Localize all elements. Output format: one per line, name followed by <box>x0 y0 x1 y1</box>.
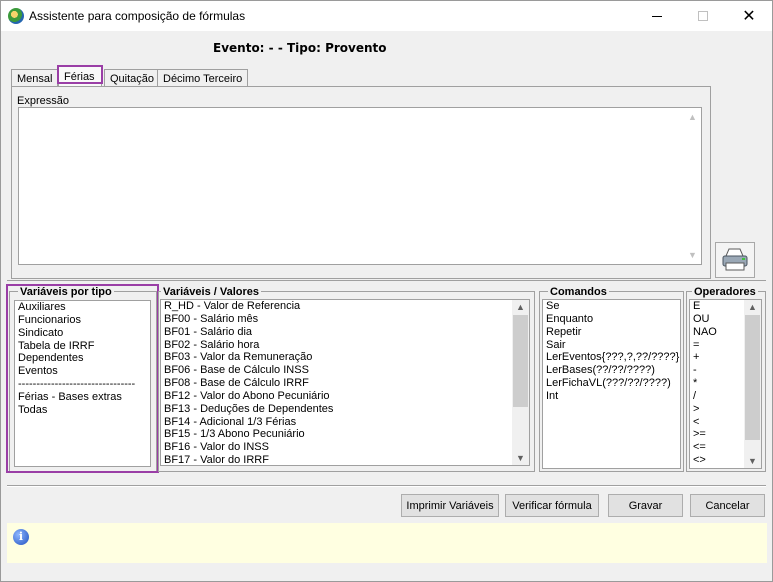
tab-ferias[interactable]: Férias <box>58 65 102 88</box>
tab-label: Quitação <box>110 73 155 85</box>
variaveis-valores-item[interactable]: BF12 - Valor do Abono Pecuniário <box>161 390 529 403</box>
expression-scrollbar[interactable]: ▲ ▼ <box>684 108 701 264</box>
print-expression-button[interactable] <box>715 242 755 278</box>
variaveis-valores-item[interactable]: BF08 - Base de Cálculo IRRF <box>161 377 529 390</box>
variaveis-valores-item[interactable]: BF15 - 1/3 Abono Pecuniário <box>161 428 529 441</box>
button-label: Cancelar <box>705 499 750 512</box>
variaveis-tipo-item[interactable]: Férias - Bases extras <box>15 391 150 404</box>
scroll-thumb[interactable] <box>745 315 760 440</box>
variaveis-valores-item[interactable]: BF13 - Deduções de Dependentes <box>161 403 529 416</box>
minimize-icon <box>652 15 662 17</box>
variaveis-tipo-item[interactable]: Funcionarios <box>15 314 150 327</box>
gravar-button[interactable]: Gravar <box>608 494 683 517</box>
formula-assistant-window: Assistente para composição de fórmulas ✕… <box>0 0 773 582</box>
close-button[interactable]: ✕ <box>726 1 772 31</box>
variaveis-valores-item[interactable]: R_HD - Valor de Referencia <box>161 300 529 313</box>
printer-icon <box>722 248 748 271</box>
window-title: Assistente para composição de fórmulas <box>29 9 246 23</box>
variaveis-tipo-item[interactable]: Eventos <box>15 365 150 378</box>
variaveis-tipo-item[interactable]: -------------------------------- <box>15 378 150 391</box>
button-label: Gravar <box>628 499 663 512</box>
tab-label: Férias <box>64 71 95 83</box>
info-icon: i <box>13 529 29 545</box>
comandos-item[interactable]: LerFichaVL(???/??/????) <box>543 377 680 390</box>
scroll-up-icon[interactable]: ▲ <box>744 300 761 314</box>
status-bar: i <box>7 523 767 563</box>
variaveis-valores-item[interactable]: BF03 - Valor da Remuneração <box>161 351 529 364</box>
operadores-list[interactable]: E OU NAO = + - * / > < >= <= <> ▲ ▼ <box>689 299 762 469</box>
variaveis-valores-scrollbar[interactable]: ▲ ▼ <box>512 300 529 465</box>
variaveis-tipo-item[interactable]: Sindicato <box>15 327 150 340</box>
variaveis-tipo-item[interactable]: Todas <box>15 404 150 417</box>
variaveis-valores-item[interactable]: BF00 - Salário mês <box>161 313 529 326</box>
maximize-button[interactable] <box>680 1 726 31</box>
separator <box>7 280 766 281</box>
cancelar-button[interactable]: Cancelar <box>690 494 765 517</box>
variaveis-valores-item[interactable]: BF16 - Valor do INSS <box>161 441 529 454</box>
title-bar: Assistente para composição de fórmulas ✕ <box>1 1 772 31</box>
comandos-item[interactable]: Int <box>543 390 680 403</box>
scroll-down-icon[interactable]: ▼ <box>512 451 529 465</box>
tab-label: Mensal <box>17 73 53 85</box>
comandos-list[interactable]: Se Enquanto Repetir Sair LerEventos{???,?,??… <box>542 299 681 469</box>
scroll-up-icon: ▲ <box>688 112 697 122</box>
variaveis-valores-item[interactable]: BF01 - Salário dia <box>161 326 529 339</box>
minimize-button[interactable] <box>634 1 680 31</box>
variaveis-valores-item[interactable]: BF14 - Adicional 1/3 Férias <box>161 416 529 429</box>
operadores-scrollbar[interactable]: ▲ ▼ <box>744 300 761 468</box>
scroll-up-icon[interactable]: ▲ <box>512 300 529 314</box>
variaveis-valores-title: Variáveis / Valores <box>161 286 262 298</box>
comandos-item[interactable]: Repetir <box>543 326 680 339</box>
scroll-thumb[interactable] <box>513 315 528 407</box>
app-globe-icon <box>8 8 24 24</box>
variaveis-tipo-list[interactable]: Auxiliares Funcionarios Sindicato Tabela de… <box>14 300 151 467</box>
comandos-item[interactable]: Enquanto <box>543 313 680 326</box>
variaveis-tipo-item[interactable]: Auxiliares <box>15 301 150 314</box>
expression-label: Expressão <box>17 95 69 107</box>
variaveis-tipo-item[interactable]: Dependentes <box>15 352 150 365</box>
scroll-down-icon[interactable]: ▼ <box>744 454 761 468</box>
maximize-icon <box>698 11 708 21</box>
button-label: Imprimir Variáveis <box>406 499 494 512</box>
variaveis-valores-item[interactable]: BF17 - Valor do IRRF <box>161 454 529 465</box>
verificar-formula-button[interactable]: Verificar fórmula <box>505 494 599 517</box>
imprimir-variaveis-button[interactable]: Imprimir Variáveis <box>401 494 499 517</box>
comandos-item[interactable]: Sair <box>543 339 680 352</box>
variaveis-tipo-title: Variáveis por tipo <box>18 286 114 298</box>
comandos-item[interactable]: Se <box>543 300 680 313</box>
separator-highlight <box>7 486 766 487</box>
expression-textarea[interactable]: ▲ ▼ <box>18 107 702 265</box>
comandos-item[interactable]: LerEventos{???,?,??/????} <box>543 351 680 364</box>
button-label: Verificar fórmula <box>512 499 592 512</box>
comandos-title: Comandos <box>548 286 609 298</box>
variaveis-valores-item[interactable]: BF02 - Salário hora <box>161 339 529 352</box>
variaveis-valores-item[interactable]: BF06 - Base de Cálculo INSS <box>161 364 529 377</box>
close-icon: ✕ <box>742 8 756 25</box>
comandos-item[interactable]: LerBases(??/??/????) <box>543 364 680 377</box>
tab-label: Décimo Terceiro <box>163 73 243 85</box>
variaveis-tipo-item[interactable]: Tabela de IRRF <box>15 340 150 353</box>
variaveis-valores-list[interactable]: R_HD - Valor de Referencia BF00 - Salário… <box>160 299 530 466</box>
scroll-down-icon: ▼ <box>688 250 697 260</box>
operadores-title: Operadores <box>692 286 758 298</box>
event-header: Evento: - - Tipo: Provento <box>213 41 387 55</box>
